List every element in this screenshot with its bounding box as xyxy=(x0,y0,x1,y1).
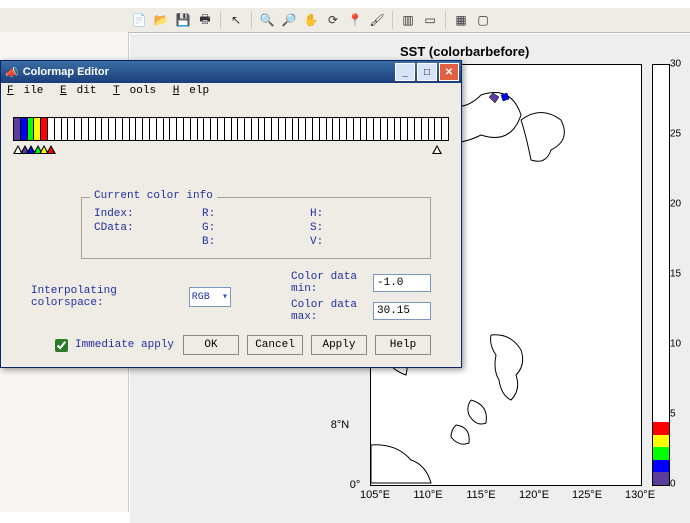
legend-icon[interactable]: ▭ xyxy=(421,11,439,29)
colorbar[interactable] xyxy=(652,64,670,486)
cb-25: 25 xyxy=(670,128,681,139)
maximize-button[interactable]: □ xyxy=(417,63,437,81)
minimize-button[interactable]: _ xyxy=(395,63,415,81)
save-icon[interactable]: 💾 xyxy=(174,11,192,29)
xtick-3: 120°E xyxy=(519,489,549,501)
plot-title: SST (colorbarbefore) xyxy=(400,44,529,59)
apply-button[interactable]: Apply xyxy=(311,335,367,355)
label-r: R: xyxy=(202,208,310,220)
current-color-info: Current color info Index: R: H: CData: G… xyxy=(81,197,431,259)
marker-red[interactable] xyxy=(46,145,56,154)
immediate-apply-wrap[interactable]: Immediate apply xyxy=(51,336,174,355)
xtick-5: 130°E xyxy=(625,489,655,501)
colormap-markers[interactable] xyxy=(13,145,449,157)
zoomout-icon[interactable]: 🔎 xyxy=(280,11,298,29)
xtick-4: 125°E xyxy=(572,489,602,501)
close-button[interactable]: ✕ xyxy=(439,63,459,81)
xtick-2: 115°E xyxy=(466,489,495,501)
menu-help[interactable]: Help xyxy=(173,85,209,97)
layout-icon[interactable]: ▢ xyxy=(474,11,492,29)
ok-button[interactable]: OK xyxy=(183,335,239,355)
help-button[interactable]: Help xyxy=(375,335,431,355)
cb-15: 15 xyxy=(670,269,681,280)
grid-icon[interactable]: ▦ xyxy=(452,11,470,29)
cdmax-label: Color data max: xyxy=(291,299,365,323)
cb-10: 10 xyxy=(670,338,681,349)
xtick-1: 110°E xyxy=(413,489,442,501)
colormap-strip[interactable] xyxy=(13,117,449,141)
main-toolbar: 📄 📂 💾 🖶 ↖ 🔍 🔎 ✋ ⟳ 📍 🖌 ▥ ▭ ▦ ▢ xyxy=(0,8,690,33)
menu-edit[interactable]: Edit xyxy=(60,85,96,97)
dialog-titlebar[interactable]: 📣 Colormap Editor _ □ ✕ xyxy=(1,61,461,83)
immediate-apply-label: Immediate apply xyxy=(75,339,174,351)
label-index: Index: xyxy=(94,208,202,220)
cb-0: 0 xyxy=(670,479,676,490)
app-icon: 📣 xyxy=(5,66,19,79)
cdmin-input[interactable] xyxy=(373,274,431,292)
menu-file[interactable]: File xyxy=(7,85,43,97)
cdmin-label: Color data min: xyxy=(291,271,365,295)
ytick-0: 0° xyxy=(350,479,361,491)
label-h: H: xyxy=(310,208,418,220)
cb-30: 30 xyxy=(670,59,681,70)
dialog-title: Colormap Editor xyxy=(23,66,109,78)
interp-select[interactable]: RGB ▾ xyxy=(189,287,231,307)
brush-icon[interactable]: 🖌 xyxy=(368,11,386,29)
zoomin-icon[interactable]: 🔍 xyxy=(258,11,276,29)
dialog-menubar: File Edit Tools Help xyxy=(1,83,461,99)
immediate-apply-checkbox[interactable] xyxy=(55,339,68,352)
datatip-icon[interactable]: 📍 xyxy=(346,11,364,29)
open-icon[interactable]: 📂 xyxy=(152,11,170,29)
colorbar-ticks: 30 25 20 15 10 5 0 xyxy=(670,64,690,484)
cdmax-input[interactable] xyxy=(373,302,431,320)
cancel-button[interactable]: Cancel xyxy=(247,335,303,355)
label-cdata: CData: xyxy=(94,222,202,234)
interp-label: Interpolating colorspace: xyxy=(31,285,181,309)
new-icon[interactable]: 📄 xyxy=(130,11,148,29)
label-b: B: xyxy=(202,236,310,248)
label-v: V: xyxy=(310,236,418,248)
label-s: S: xyxy=(310,222,418,234)
pointer-icon[interactable]: ↖ xyxy=(227,11,245,29)
cb-5: 5 xyxy=(670,408,676,419)
chevron-down-icon: ▾ xyxy=(222,291,228,303)
cb-20: 20 xyxy=(670,198,681,209)
menu-tools[interactable]: Tools xyxy=(113,85,156,97)
ytick-8n: 8°N xyxy=(331,419,349,431)
label-g: G: xyxy=(202,222,310,234)
groupbox-title: Current color info xyxy=(90,190,217,202)
rotate-icon[interactable]: ⟳ xyxy=(324,11,342,29)
pan-icon[interactable]: ✋ xyxy=(302,11,320,29)
colorbar-icon[interactable]: ▥ xyxy=(399,11,417,29)
print-icon[interactable]: 🖶 xyxy=(196,11,214,29)
interp-value: RGB xyxy=(192,292,210,303)
marker-end[interactable] xyxy=(432,145,442,154)
colormap-editor-dialog: 📣 Colormap Editor _ □ ✕ File Edit Tools … xyxy=(0,60,462,368)
xtick-0: 105°E xyxy=(360,489,390,501)
